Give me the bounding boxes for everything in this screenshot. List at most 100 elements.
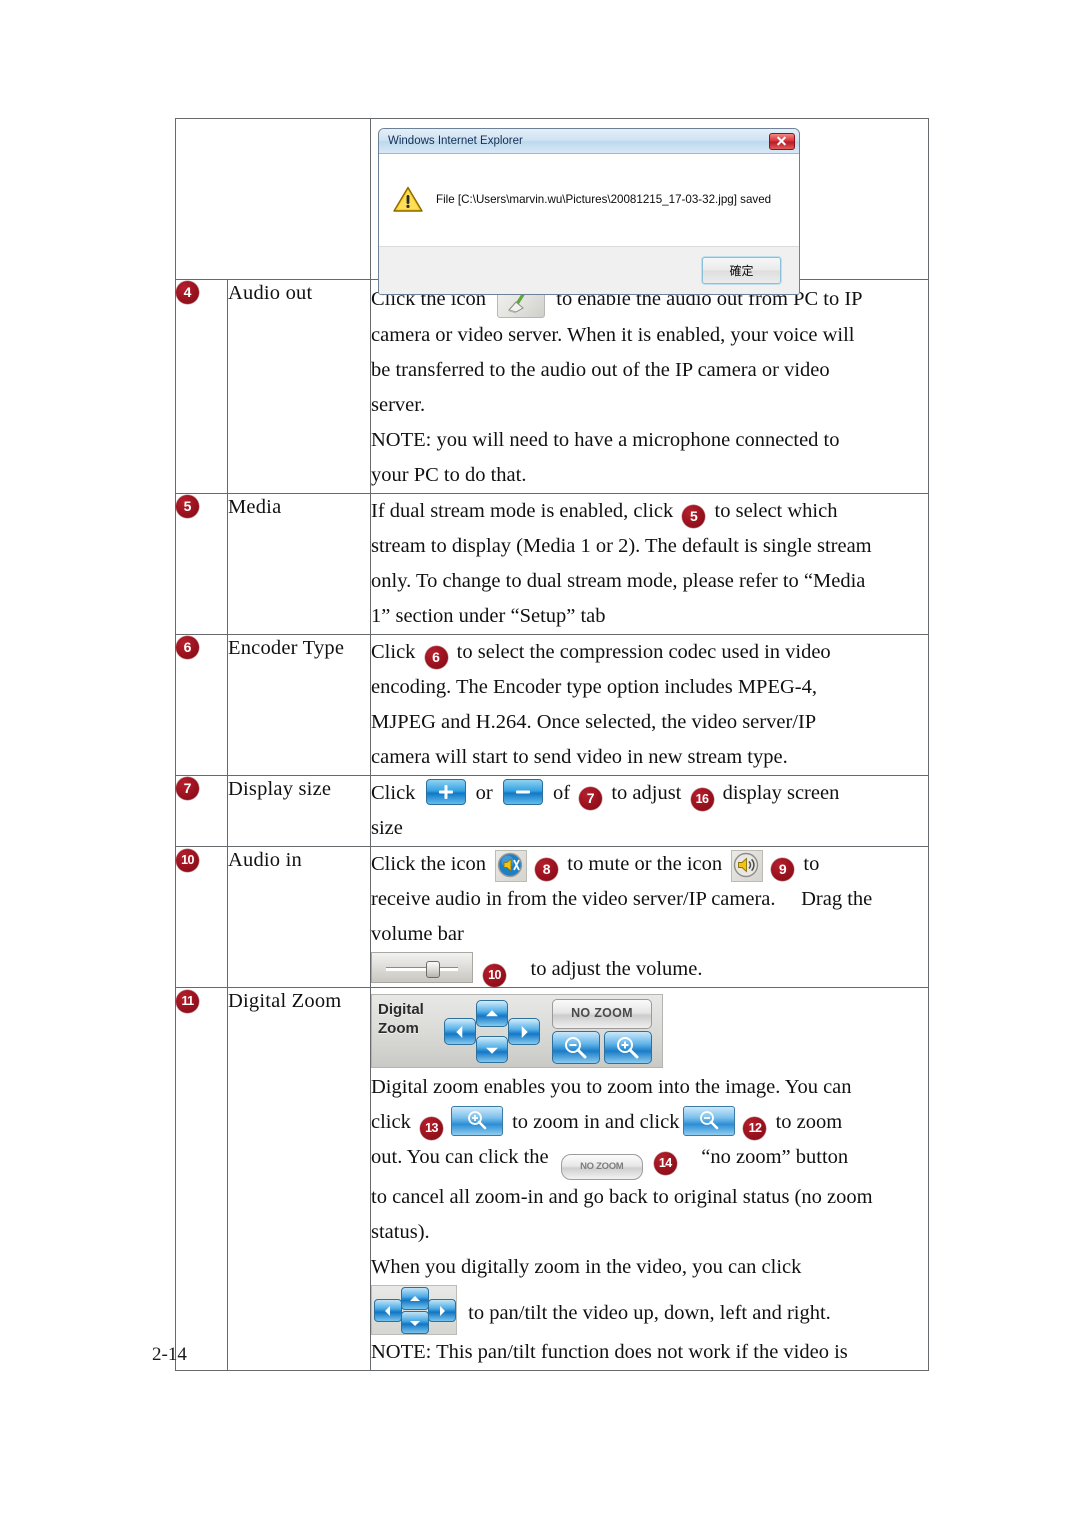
digital-zoom-text-5: out. You can click the [371, 1146, 554, 1168]
inline-badge-no-zoom: 14 [653, 1152, 677, 1175]
row-desc-display-size: Click or of 7 to adjust 16 display scree… [370, 775, 929, 847]
zoom-out-button[interactable] [552, 1031, 600, 1064]
dpad-right-icon[interactable] [428, 1299, 456, 1322]
inline-badge-display-7: 7 [579, 787, 603, 810]
document-page: 4 Audio out Click the icon to enable the… [0, 0, 1080, 1528]
volume-slider-track [386, 966, 458, 971]
inline-badge-zoom-out: 12 [743, 1117, 767, 1140]
audio-out-text-5: server. [371, 394, 426, 416]
inline-badge-zoom-in: 13 [419, 1117, 443, 1140]
display-text-3: of [547, 782, 576, 804]
row-badge-cell-audio-out: 4 [175, 279, 228, 494]
dialog-title-bar: Windows Internet Explorer [379, 129, 799, 154]
speaker-on-icon[interactable] [731, 850, 764, 882]
row-badge-cell-audio-in: 10 [175, 846, 228, 988]
volume-slider[interactable] [371, 952, 473, 983]
table-row-media: 5 Media If dual stream mode is enabled, … [175, 493, 929, 635]
dialog-message: File [C:\Users\marvin.wu\Pictures\200812… [436, 192, 772, 206]
pan-down-button[interactable] [476, 1036, 508, 1063]
digital-zoom-text-2: click [371, 1111, 416, 1133]
encoder-text-3: encoding. The Encoder type option includ… [371, 676, 817, 698]
row-name-display-size: Display size [227, 775, 371, 847]
audio-in-text-2: to mute or the icon [562, 853, 728, 875]
audio-out-text-6: NOTE: you will need to have a microphone… [371, 429, 840, 451]
dialog-body: File [C:\Users\marvin.wu\Pictures\200812… [379, 154, 799, 246]
dialog-footer: 確定 [379, 246, 799, 294]
display-text-6: size [371, 817, 403, 839]
media-text-5: 1” section under “Setup” tab [371, 605, 606, 627]
digital-zoom-text-4: to zoom [770, 1111, 843, 1133]
row-badge-cell-display-size: 7 [175, 775, 228, 847]
zoom-out-icon[interactable] [683, 1106, 736, 1136]
digital-zoom-text-1: Digital zoom enables you to zoom into th… [371, 1076, 852, 1098]
ok-button[interactable]: 確定 [702, 257, 781, 284]
table-row-digital-zoom: 11 Digital Zoom Digital Zoom NO ZOOM Dig… [175, 987, 929, 1371]
digital-zoom-text-11: NOTE: This pan/tilt function does not wo… [371, 1341, 848, 1363]
no-zoom-inline-icon[interactable]: NO ZOOM [560, 1154, 643, 1180]
zoom-in-button[interactable] [604, 1031, 652, 1064]
pan-tilt-dpad-icon[interactable] [371, 1285, 457, 1335]
row-badge-cell-media: 5 [175, 493, 228, 635]
display-text-1: Click [371, 782, 421, 804]
volume-slider-thumb[interactable] [426, 960, 440, 978]
display-text-2: or [470, 782, 498, 804]
digital-zoom-label-line2: Zoom [378, 1020, 419, 1037]
encoder-text-4: MJPEG and H.264. Once selected, the vide… [371, 711, 817, 733]
inline-badge-volume: 10 [483, 964, 506, 987]
media-text-1: If dual stream mode is enabled, click [371, 500, 679, 522]
encoder-text-1: Click [371, 641, 421, 663]
row-name-audio-out: Audio out [227, 279, 371, 494]
feature-description-table: 4 Audio out Click the icon to enable the… [175, 118, 929, 1371]
digital-zoom-text-10: to pan/tilt the video up, down, left and… [463, 1302, 831, 1324]
audio-in-text-1: Click the icon [371, 853, 492, 875]
audio-out-text-3: camera or video server. When it is enabl… [371, 324, 855, 346]
badge-10: 10 [176, 849, 199, 872]
media-text-2: to select which [709, 500, 838, 522]
no-zoom-button[interactable]: NO ZOOM [552, 999, 652, 1029]
table-row-encoder-type: 6 Encoder Type Click 6 to select the com… [175, 634, 929, 776]
display-text-5: display screen [717, 782, 840, 804]
warning-triangle-icon [393, 186, 423, 213]
close-icon[interactable] [769, 132, 795, 150]
digital-zoom-dpad [442, 998, 542, 1064]
plus-button-icon[interactable] [425, 779, 466, 805]
pan-up-button[interactable] [476, 1000, 508, 1027]
pan-right-button[interactable] [508, 1018, 540, 1045]
inline-badge-unmute: 9 [771, 858, 795, 881]
inline-badge-display-16: 16 [690, 788, 714, 811]
inline-badge-media-select: 5 [682, 505, 706, 528]
dpad-up-icon[interactable] [401, 1287, 429, 1310]
media-text-3: stream to display (Media 1 or 2). The de… [371, 535, 872, 557]
dpad-down-icon[interactable] [401, 1311, 429, 1334]
table-row-display-size: 7 Display size Click or of 7 to adjust 1… [175, 775, 929, 847]
speaker-mute-icon[interactable] [495, 850, 528, 882]
badge-5: 5 [176, 495, 199, 518]
row-desc-media: If dual stream mode is enabled, click 5 … [370, 493, 929, 635]
badge-11: 11 [176, 990, 199, 1013]
encoder-text-2: to select the compression codec used in … [451, 641, 831, 663]
audio-in-text-4: receive audio in from the video server/I… [371, 888, 873, 910]
pan-left-button[interactable] [444, 1018, 476, 1045]
digital-zoom-text-6: “no zoom” button [696, 1146, 849, 1168]
digital-zoom-label-line1: Digital [378, 1001, 424, 1018]
dpad-left-icon[interactable] [374, 1299, 402, 1322]
row-desc-audio-in: Click the icon 8 to mute or the icon 9 t… [370, 846, 929, 988]
audio-in-text-5: volume bar [371, 923, 464, 945]
digital-zoom-text-7: to cancel all zoom-in and go back to ori… [371, 1186, 873, 1208]
row-name-audio-in: Audio in [227, 846, 371, 988]
media-text-4: only. To change to dual stream mode, ple… [371, 570, 866, 592]
audio-in-text-6: to adjust the volume. [525, 958, 703, 980]
row-name-media: Media [227, 493, 371, 635]
digital-zoom-panel: Digital Zoom NO ZOOM [371, 994, 663, 1068]
minus-button-icon[interactable] [502, 779, 543, 805]
row-badge-cell-digital-zoom: 11 [175, 987, 228, 1371]
row-desc-encoder-type: Click 6 to select the compression codec … [370, 634, 929, 776]
inline-badge-encoder-select: 6 [424, 646, 448, 669]
badge-4: 4 [176, 281, 199, 304]
row-badge-cell-encoder-type: 6 [175, 634, 228, 776]
badge-7: 7 [176, 777, 199, 800]
zoom-in-icon[interactable] [450, 1106, 503, 1136]
digital-zoom-text-8: status). [371, 1221, 430, 1243]
digital-zoom-text-3: to zoom in and click [506, 1111, 680, 1133]
table-row-audio-out: 4 Audio out Click the icon to enable the… [175, 279, 929, 494]
